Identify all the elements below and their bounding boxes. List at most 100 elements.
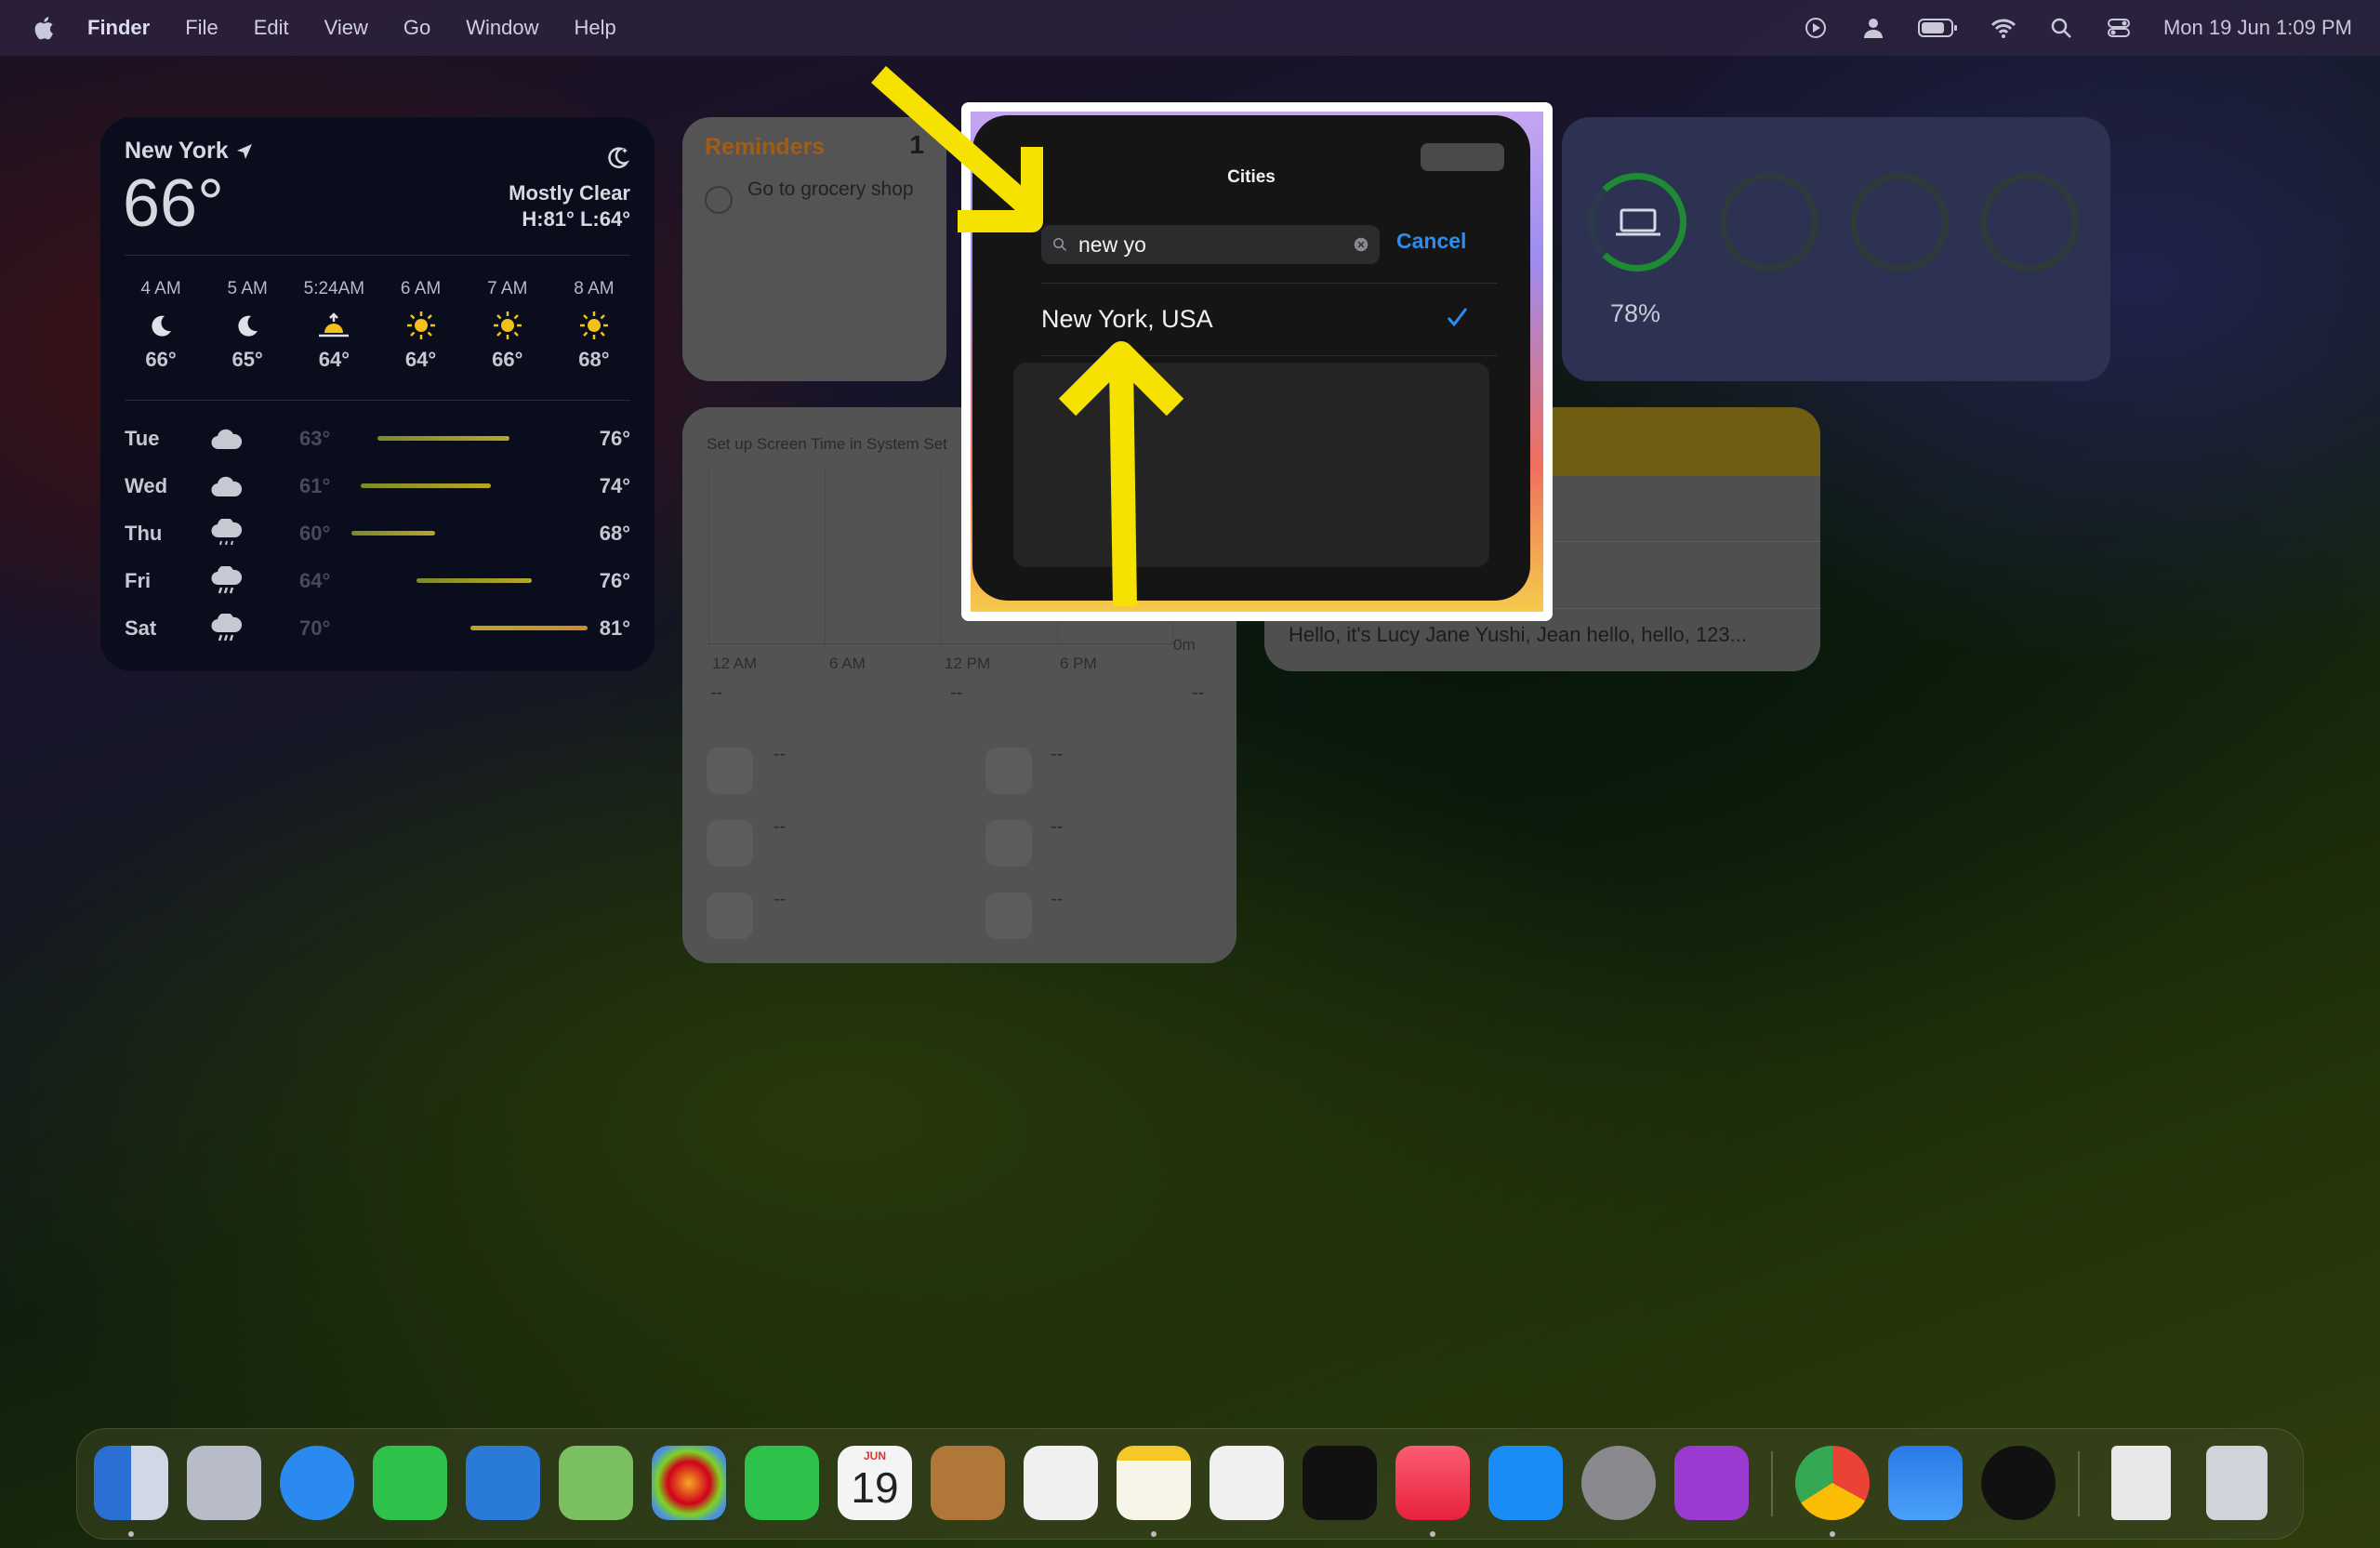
battery-icon[interactable] [1917,17,1959,39]
weather-icon[interactable] [1888,1446,1963,1520]
daily-row: Tue 63° 76° [125,415,630,462]
music-icon[interactable] [1395,1446,1470,1520]
grid-line [708,467,709,643]
hourly-item: 6 AM 64° [379,279,463,372]
messages-icon[interactable] [373,1446,447,1520]
sun-icon [493,311,522,339]
tv-icon[interactable] [1302,1446,1377,1520]
clear-icon[interactable] [1354,234,1368,255]
city-result-row[interactable]: New York, USA [1041,288,1497,350]
apple-icon[interactable] [32,14,56,42]
finder-icon[interactable] [94,1446,168,1520]
day-low: 70° [299,615,331,640]
screen-record-icon[interactable] [1803,15,1829,41]
calendar-month: JUN [863,1449,886,1462]
document-icon[interactable] [2111,1446,2171,1520]
location-arrow-icon [236,143,252,159]
batteries-widget[interactable]: 78% [1562,117,2110,381]
temp-range-bar [351,531,435,536]
menu-help[interactable]: Help [575,16,616,40]
system-settings-icon[interactable] [1581,1446,1656,1520]
running-indicator [1151,1531,1157,1537]
temp-range-bar [361,483,491,488]
hour-time: 5 AM [227,279,268,298]
facetime-icon[interactable] [745,1446,819,1520]
hourly-item: 5 AM 65° [205,279,289,372]
hourly-forecast: 4 AM 66° 5 AM 65° 5:24AM 64° 6 AM 64° 7 … [119,279,636,372]
wifi-icon[interactable] [1990,15,2016,41]
menu-app-name[interactable]: Finder [87,16,150,40]
hour-temp: 66° [145,348,177,371]
feedback-icon[interactable] [1674,1446,1749,1520]
running-indicator [1830,1531,1835,1537]
battery-ring-empty [1850,173,1949,271]
app-placeholder [707,748,753,794]
reminders-icon[interactable] [1024,1446,1098,1520]
reminders-widget[interactable]: Reminders 1 Go to grocery shop [682,117,946,381]
menu-go[interactable]: Go [403,16,430,40]
daily-row: Thu 60° 68° [125,509,630,557]
hourly-item: 4 AM 66° [119,279,203,372]
daily-row: Wed 61° 74° [125,462,630,509]
chrome-icon[interactable] [1795,1446,1870,1520]
photos-icon[interactable] [652,1446,726,1520]
user-icon[interactable] [1860,15,1886,41]
launchpad-icon[interactable] [187,1446,261,1520]
moon-icon [238,315,258,337]
hour-time: 4 AM [140,279,181,298]
safari-icon[interactable] [280,1446,354,1520]
menu-file[interactable]: File [185,16,218,40]
calendar-day: 19 [851,1463,899,1512]
menu-bar: Finder File Edit View Go Window Help Mon… [0,0,2380,56]
temp-range-bar [470,626,588,630]
temp-range-bar [416,578,532,583]
clock-icon[interactable] [1981,1446,2056,1520]
reminder-checkbox[interactable] [705,186,733,214]
axis-label: 12 AM [712,655,758,672]
maps-icon[interactable] [559,1446,633,1520]
sun-icon [406,311,435,339]
hour-time: 6 AM [400,279,442,298]
app-usage: -- [1051,889,1064,909]
day-name: Tue [125,426,160,450]
mail-icon[interactable] [466,1446,540,1520]
search-icon [1053,238,1067,252]
cities-sheet: Cities Cancel New York, USA [972,115,1530,601]
dock-separator [2078,1451,2080,1516]
city-search-input[interactable] [1078,232,1354,258]
reminder-item-text: Go to grocery shop [747,179,914,200]
day-name: Thu [125,521,163,545]
hour-temp: 65° [231,348,263,371]
app-store-icon[interactable] [1488,1446,1563,1520]
hourly-item: 5:24AM 64° [292,279,376,372]
menu-view[interactable]: View [324,16,368,40]
notes-icon[interactable] [1117,1446,1191,1520]
day-high: 76° [599,568,630,592]
hour-time: 7 AM [487,279,528,298]
day-low: 63° [299,426,331,450]
sunrise-icon [319,312,350,337]
control-center-icon[interactable] [2106,15,2132,41]
sun-icon [579,311,608,339]
cancel-button[interactable]: Cancel [1396,229,1466,254]
city-search-field[interactable] [1041,225,1380,264]
trash-icon[interactable] [2206,1446,2268,1520]
hour-time: 8 AM [574,279,615,298]
moon-icon [152,315,171,337]
weather-condition: Mostly Clear H:81° L:64° [509,180,630,232]
weather-city-label: New York [125,138,229,164]
menu-edit[interactable]: Edit [254,16,289,40]
calendar-icon[interactable]: JUN 19 [838,1446,912,1520]
day-low: 60° [299,521,331,545]
menubar-clock[interactable]: Mon 19 Jun 1:09 PM [2163,16,2352,40]
hour-temp: 64° [404,348,437,371]
menu-window[interactable]: Window [466,16,538,40]
weather-widget[interactable]: New York 66° Mostly Clear H:81° L:64° 4 … [100,117,654,671]
sheet-content-area [1013,363,1489,567]
spotlight-search-icon[interactable] [2048,15,2074,41]
contacts-icon[interactable] [931,1446,1005,1520]
freeform-icon[interactable] [1210,1446,1284,1520]
axis-label: 12 PM [945,655,991,672]
laptop-icon [1616,208,1660,236]
screen-time-value: -- [710,682,723,703]
